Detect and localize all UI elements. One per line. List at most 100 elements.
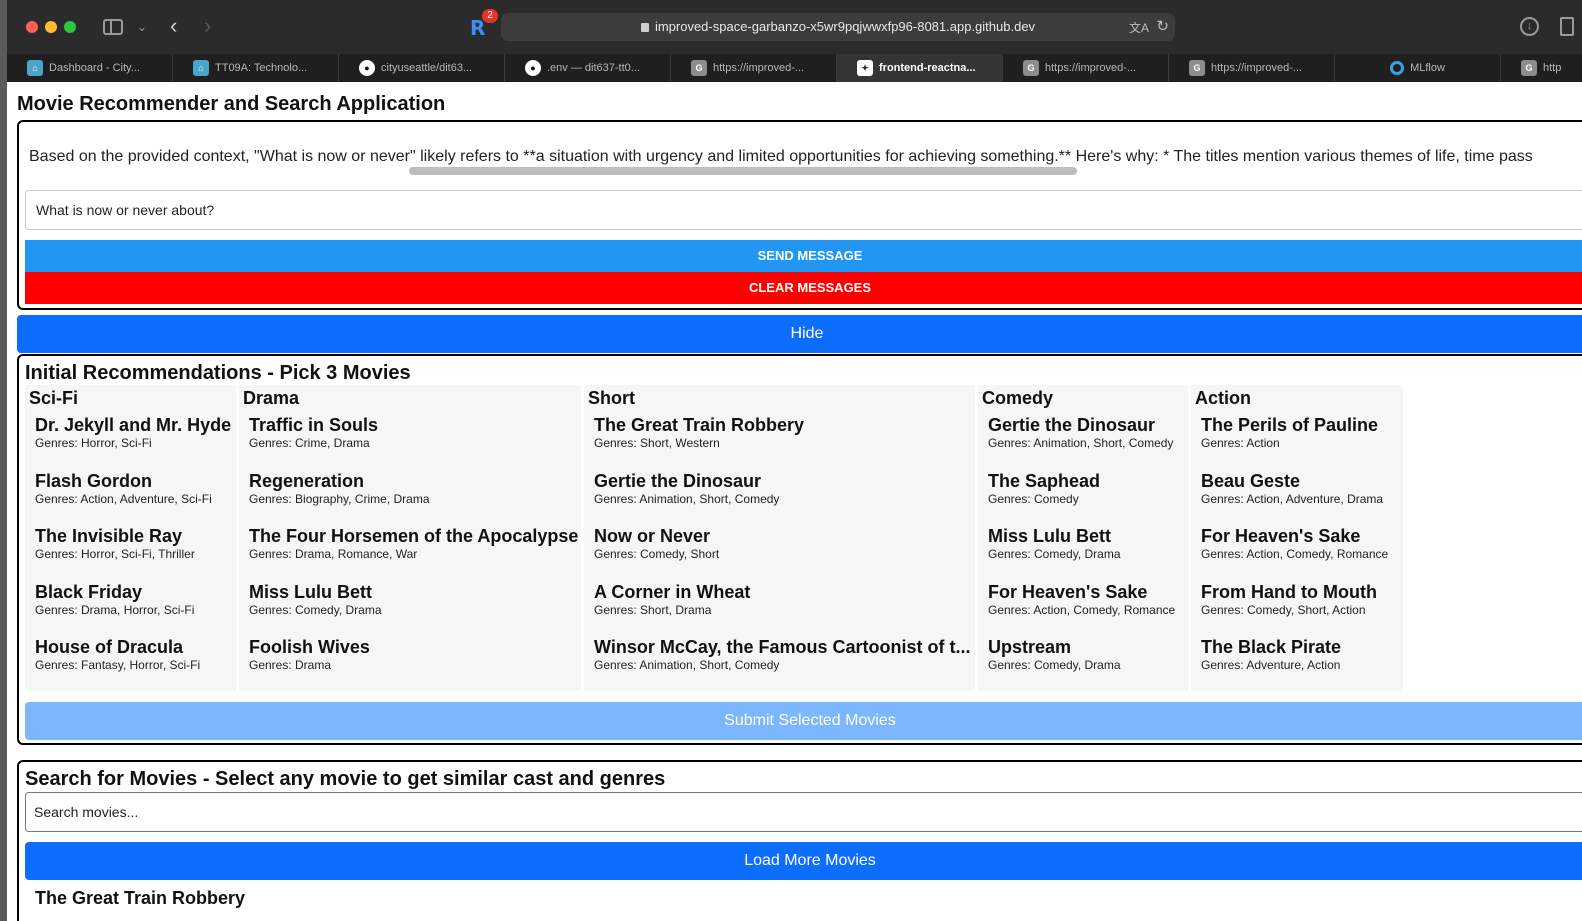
- chat-input[interactable]: What is now or never about?: [25, 190, 1582, 230]
- back-arrow-icon[interactable]: ‹: [170, 13, 177, 39]
- browser-tab[interactable]: ✦ frontend-reactna...: [837, 54, 1003, 82]
- browser-window: ⌄ ‹ › R 2 improved-space-garbanzo-x5wr9p…: [7, 0, 1582, 921]
- horizontal-scrollbar[interactable]: [409, 167, 1077, 175]
- send-message-button[interactable]: SEND MESSAGE: [25, 240, 1582, 272]
- movie-title: The Great Train Robbery: [594, 415, 805, 435]
- movie-title: Now or Never: [594, 526, 711, 546]
- search-panel: Search for Movies - Select any movie to …: [17, 760, 1582, 921]
- hide-button[interactable]: Hide: [17, 315, 1582, 353]
- genre-column: Comedy Gertie the Dinosaur Genres: Animati…: [978, 385, 1188, 691]
- movie-genres: Genres: Adventure, Action: [1201, 658, 1341, 672]
- movie-card[interactable]: Dr. Jekyll and Mr. Hyde Genres: Horror, S…: [25, 414, 236, 470]
- movie-genres: Genres: Comedy, Short, Action: [1201, 602, 1366, 617]
- movie-genres: Genres: Fantasy, Horror, Sci-Fi: [35, 658, 201, 672]
- movie-card[interactable]: Winsor McCay, the Famous Cartoonist of t…: [584, 636, 975, 692]
- movie-genres: Genres: Drama, Horror, Sci-Fi: [35, 602, 195, 617]
- genre-heading: Sci-Fi: [29, 388, 79, 408]
- movie-card[interactable]: Gertie the Dinosaur Genres: Animation, Sh…: [584, 470, 975, 526]
- movie-card[interactable]: For Heaven's Sake Genres: Action, Comedy,…: [1191, 525, 1403, 581]
- browser-tab[interactable]: ● cityuseattle/dit63...: [339, 54, 505, 82]
- genre-heading: Drama: [243, 388, 300, 408]
- movie-genres: Genres: Biography, Crime, Drama: [249, 491, 430, 506]
- mlflow-icon: [1390, 61, 1405, 75]
- minimize-window-button[interactable]: [45, 21, 57, 33]
- translate-icon[interactable]: 文A: [1129, 19, 1149, 36]
- city-icon: ⌂: [193, 60, 209, 76]
- movie-card[interactable]: Miss Lulu Bett Genres: Comedy, Drama: [239, 581, 581, 637]
- movie-card[interactable]: The Perils of Pauline Genres: Action: [1191, 414, 1403, 470]
- submit-selected-movies-button[interactable]: Submit Selected Movies: [25, 702, 1582, 740]
- movie-title: Regeneration: [249, 470, 365, 491]
- movie-card[interactable]: The Black Pirate Genres: Adventure, Actio…: [1191, 636, 1403, 692]
- movie-title: The Black Pirate: [1201, 637, 1342, 657]
- github-icon: ●: [525, 60, 541, 76]
- movie-title: For Heaven's Sake: [1201, 526, 1361, 546]
- address-bar[interactable]: improved-space-garbanzo-x5wr9pqjwwxfp96-…: [501, 13, 1175, 41]
- url-text: improved-space-garbanzo-x5wr9pqjwwxfp96-…: [654, 19, 1036, 34]
- movie-genres: Genres: Action, Adventure, Sci-Fi: [35, 491, 212, 506]
- recommendations-panel: Initial Recommendations - Pick 3 Movies …: [17, 354, 1582, 745]
- movie-card[interactable]: Upstream Genres: Comedy, Drama: [978, 636, 1188, 692]
- browser-tab[interactable]: ⌂ Dashboard - City...: [7, 54, 173, 82]
- forward-arrow-icon[interactable]: ›: [204, 13, 211, 39]
- genre-column: Sci-Fi Dr. Jekyll and Mr. Hyde Genres: Hor…: [25, 385, 236, 691]
- search-input[interactable]: Search movies...: [25, 792, 1582, 832]
- close-window-button[interactable]: [26, 21, 38, 33]
- movie-card[interactable]: From Hand to Mouth Genres: Comedy, Short,…: [1191, 581, 1403, 637]
- search-result-title[interactable]: The Great Train Robbery: [35, 888, 245, 909]
- chevron-down-icon[interactable]: ⌄: [137, 20, 147, 34]
- download-icon[interactable]: ↓: [1520, 17, 1539, 36]
- share-icon[interactable]: [1560, 17, 1574, 36]
- movie-card[interactable]: The Saphead Genres: Comedy: [978, 470, 1188, 526]
- web-page: Movie Recommender and Search Application…: [7, 82, 1582, 921]
- movie-title: House of Dracula: [35, 637, 184, 657]
- tab-label: https://improved-...: [713, 62, 805, 74]
- load-more-movies-button[interactable]: Load More Movies: [25, 842, 1582, 880]
- movie-card[interactable]: The Great Train Robbery Genres: Short, We…: [584, 414, 975, 470]
- movie-genres: Genres: Comedy, Drama: [988, 658, 1121, 672]
- movie-card[interactable]: Black Friday Genres: Drama, Horror, Sci-F…: [25, 581, 236, 637]
- movie-card[interactable]: Traffic in Souls Genres: Crime, Drama: [239, 414, 581, 470]
- movie-title: Gertie the Dinosaur: [988, 415, 1156, 435]
- browser-tab[interactable]: MLflow: [1335, 54, 1501, 82]
- browser-tab[interactable]: Ghttp: [1501, 54, 1582, 82]
- movie-card[interactable]: Regeneration Genres: Biography, Crime, Dr…: [239, 470, 581, 526]
- movie-card[interactable]: House of Dracula Genres: Fantasy, Horror,…: [25, 636, 236, 692]
- movie-card[interactable]: Now or Never Genres: Comedy, Short: [584, 525, 975, 581]
- browser-tab[interactable]: ⌂ TT09A: Technolo...: [173, 54, 339, 82]
- movie-genres: Genres: Action, Adventure, Drama: [1201, 491, 1384, 506]
- movie-title: The Four Horsemen of the Apocalypse: [249, 526, 579, 546]
- clear-messages-button[interactable]: CLEAR MESSAGES: [25, 272, 1582, 304]
- sidebar-toggle-icon[interactable]: [103, 19, 123, 35]
- movie-card[interactable]: For Heaven's Sake Genres: Action, Comedy,…: [978, 581, 1188, 637]
- zoom-window-button[interactable]: [64, 21, 76, 33]
- movie-genres: Genres: Animation, Short, Comedy: [594, 658, 780, 672]
- movie-title: The Saphead: [988, 470, 1101, 491]
- city-icon: ⌂: [27, 60, 43, 76]
- movie-card[interactable]: Gertie the Dinosaur Genres: Animation, Sh…: [978, 414, 1188, 470]
- movie-genres: Genres: Horror, Sci-Fi, Thriller: [35, 547, 195, 561]
- browser-tab[interactable]: ● .env — dit637-tt0...: [505, 54, 671, 82]
- chat-message: Based on the provided context, "What is …: [29, 148, 1533, 165]
- figma-icon: ✦: [857, 60, 873, 76]
- movie-title: A Corner in Wheat: [594, 581, 751, 602]
- browser-tab[interactable]: Ghttps://improved-...: [1003, 54, 1169, 82]
- browser-tab[interactable]: Ghttps://improved-...: [671, 54, 837, 82]
- browser-tab[interactable]: Ghttps://improved-...: [1169, 54, 1335, 82]
- github-icon: ●: [359, 60, 375, 76]
- movie-title: Miss Lulu Bett: [249, 581, 373, 602]
- movie-card[interactable]: The Invisible Ray Genres: Horror, Sci-Fi,…: [25, 525, 236, 581]
- movie-card[interactable]: Miss Lulu Bett Genres: Comedy, Drama: [978, 525, 1188, 581]
- tab-label: frontend-reactna...: [879, 62, 976, 74]
- movie-card[interactable]: Beau Geste Genres: Action, Adventure, Dra…: [1191, 470, 1403, 526]
- movie-card[interactable]: Flash Gordon Genres: Action, Adventure, S…: [25, 470, 236, 526]
- movie-genres: Genres: Horror, Sci-Fi: [35, 436, 152, 450]
- g-icon: G: [691, 60, 707, 76]
- reload-icon[interactable]: ↻: [1156, 17, 1169, 35]
- movie-title: Traffic in Souls: [249, 415, 379, 435]
- extension-badge: 2: [482, 9, 498, 23]
- movie-card[interactable]: The Four Horsemen of the Apocalypse Genre…: [239, 525, 581, 581]
- movie-card[interactable]: Foolish Wives Genres: Drama: [239, 636, 581, 692]
- movie-card[interactable]: A Corner in Wheat Genres: Short, Drama: [584, 581, 975, 637]
- movie-genres: Genres: Short, Drama: [594, 602, 712, 617]
